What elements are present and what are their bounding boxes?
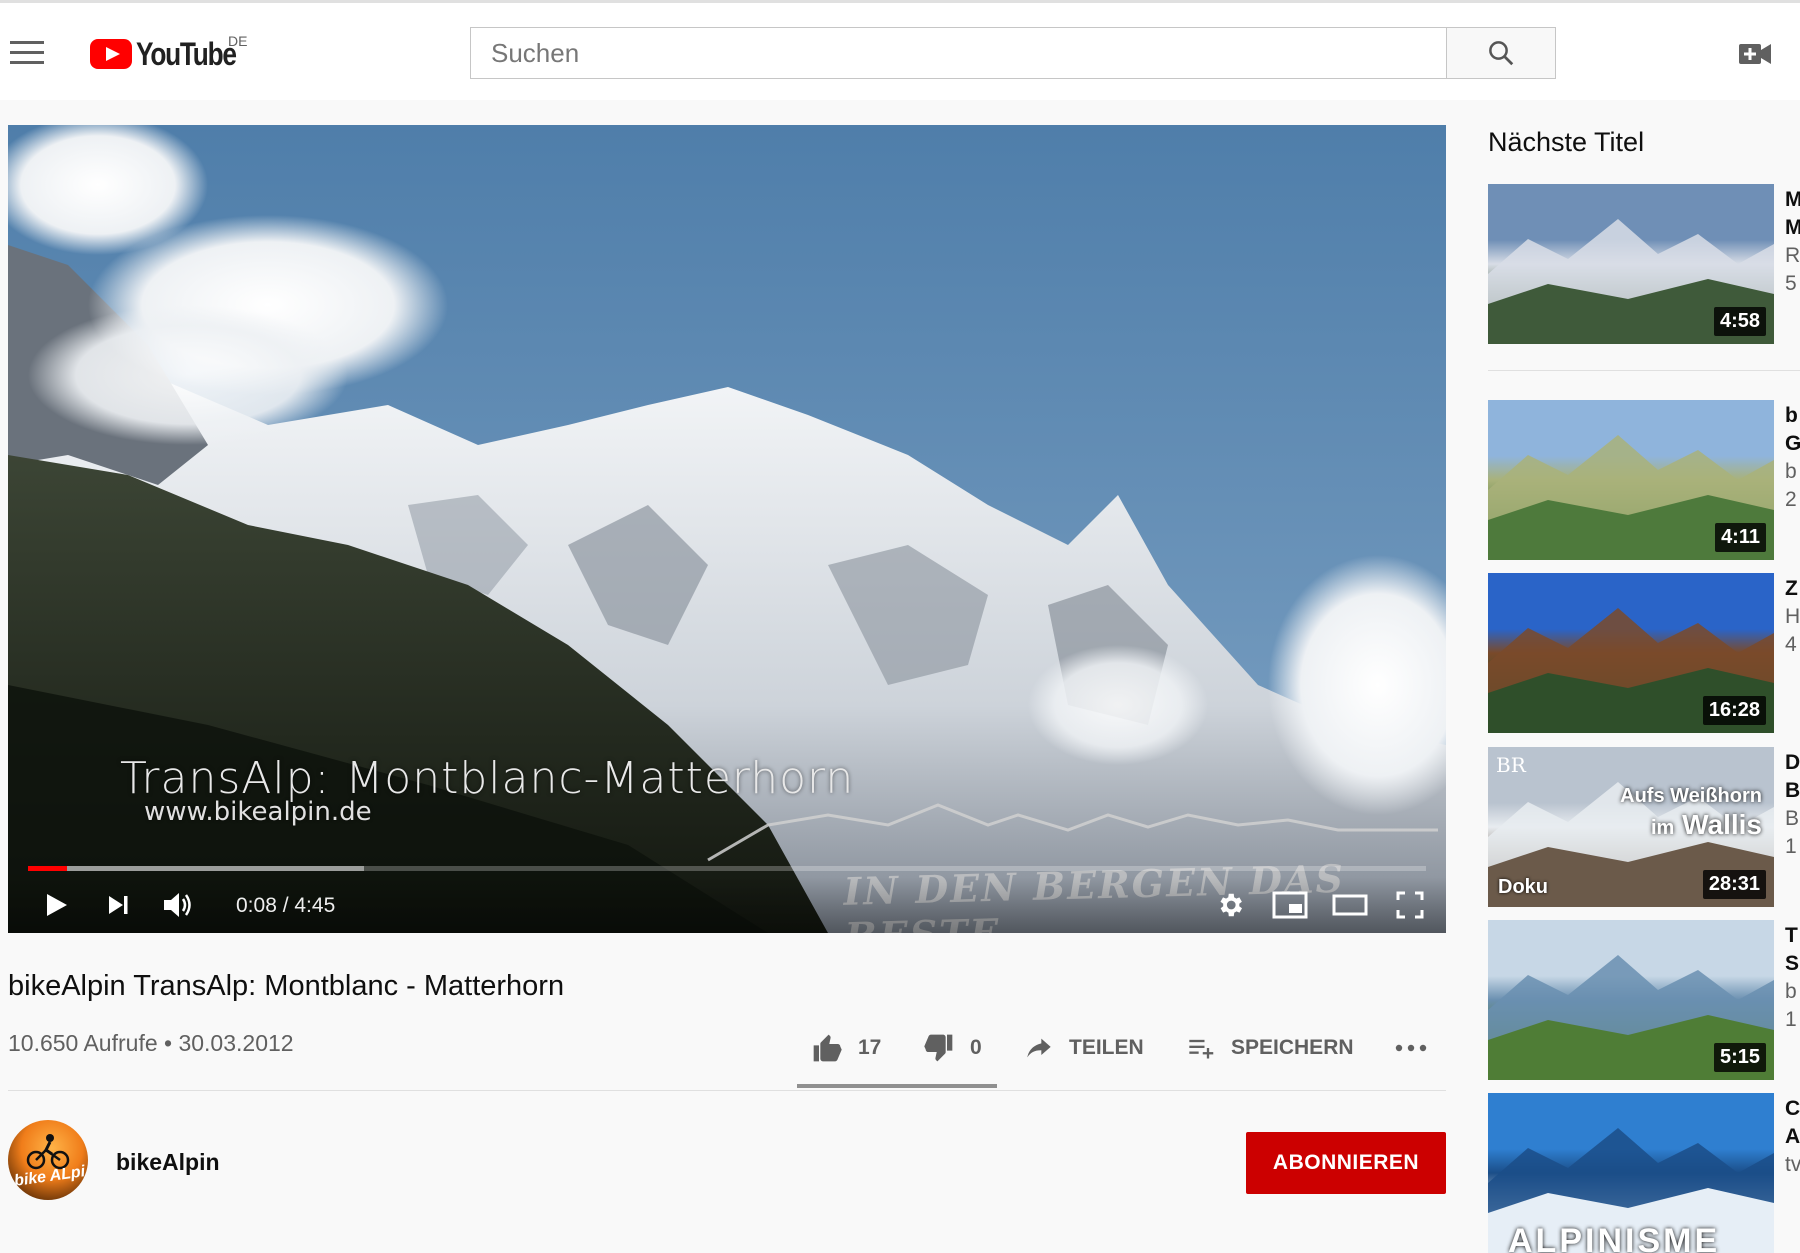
up-next-meta-fragment: H <box>1785 605 1800 628</box>
share-label: TEILEN <box>1069 1036 1144 1059</box>
up-next-meta[interactable]: DBB1 <box>1785 749 1800 861</box>
up-next-title-fragment: S <box>1785 952 1800 975</box>
share-button[interactable]: TEILEN <box>1023 1025 1144 1071</box>
video-player[interactable]: TransAlp: Montblanc-Matterhorn www.bikea… <box>8 125 1446 933</box>
subscribe-button[interactable]: ABONNIEREN <box>1246 1132 1446 1194</box>
thumbs-up-icon <box>813 1034 842 1062</box>
volume-icon[interactable] <box>158 885 198 925</box>
up-next-meta-fragment: 5 <box>1785 272 1797 295</box>
up-next-title-fragment: A <box>1785 1125 1800 1148</box>
duration-badge: 28:31 <box>1702 870 1766 899</box>
up-next-title-fragment: G <box>1785 432 1800 455</box>
up-next-meta[interactable]: bGb 2 <box>1785 402 1800 514</box>
playlist-add-icon <box>1189 1039 1214 1059</box>
dislike-count: 0 <box>970 1036 982 1059</box>
progress-played <box>28 866 67 871</box>
save-label: SPEICHERN <box>1231 1036 1354 1059</box>
fullscreen-icon[interactable] <box>1390 885 1430 925</box>
search-button[interactable] <box>1446 27 1556 79</box>
thumbnail-overlay-text: Aufs Weißhorn <box>1620 785 1762 807</box>
theater-mode-icon[interactable] <box>1330 885 1370 925</box>
up-next-title-fragment: Z <box>1785 577 1798 600</box>
thumbnail-tag: Doku <box>1498 876 1548 898</box>
progress-buffered <box>28 866 364 871</box>
up-next-meta[interactable]: MMR5 <box>1785 186 1800 298</box>
video-overlay-url: www.bikealpin.de <box>144 797 372 827</box>
up-next-meta-fragment: 1 <box>1785 1008 1797 1031</box>
up-next-meta-fragment: tv <box>1785 1153 1800 1176</box>
up-next-meta-fragment: b <box>1785 460 1797 483</box>
duration-badge: 4:58 <box>1713 307 1766 336</box>
thumbs-down-icon <box>924 1034 953 1062</box>
up-next-meta-fragment: R <box>1785 244 1800 267</box>
more-horizontal-icon <box>1395 1044 1427 1052</box>
save-button[interactable]: SPEICHERN <box>1185 1025 1354 1071</box>
up-next-thumbnail[interactable]: ALPINISME <box>1488 1093 1774 1253</box>
search-bar <box>470 27 1556 79</box>
region-code: DE <box>228 33 248 49</box>
time-display: 0:08 / 4:45 <box>236 894 336 917</box>
up-next-title-fragment: B <box>1785 779 1800 802</box>
duration-badge: 5:15 <box>1713 1043 1766 1072</box>
progress-bar[interactable] <box>28 866 1426 871</box>
like-button[interactable]: 17 <box>810 1025 881 1071</box>
sentiment-bar <box>797 1084 997 1088</box>
next-icon[interactable] <box>98 885 138 925</box>
up-next-title-fragment: M <box>1785 188 1800 211</box>
more-actions-button[interactable] <box>1394 1025 1428 1071</box>
masthead: YouTube DE <box>0 0 1800 100</box>
duration-badge: 4:11 <box>1715 523 1766 552</box>
sidebar-divider <box>1488 370 1800 371</box>
up-next-meta-fragment: 1 <box>1785 835 1797 858</box>
up-next-meta-fragment: 2 <box>1785 488 1797 511</box>
up-next-thumbnail[interactable]: 4:11 <box>1488 400 1774 560</box>
up-next-meta[interactable]: C Atv <box>1785 1095 1800 1179</box>
channel-avatar[interactable]: bike ALpi <box>8 1120 88 1200</box>
play-logo-icon <box>90 39 132 69</box>
up-next-thumbnail[interactable]: 5:15 <box>1488 920 1774 1080</box>
up-next-title-fragment: b <box>1785 404 1798 427</box>
thumbnail-overlay-word: im <box>1651 817 1675 839</box>
up-next-meta-fragment: B <box>1785 807 1800 830</box>
thumbnail-overlay-text: ALPINISME <box>1508 1222 1721 1253</box>
up-next-thumbnail[interactable]: BR Aufs Weißhorn im Wallis Doku 28:31 <box>1488 747 1774 907</box>
duration-badge: 16:28 <box>1702 696 1766 725</box>
logo-text: YouTube <box>136 35 237 72</box>
channel-name[interactable]: bikeAlpin <box>116 1149 220 1176</box>
share-arrow-icon <box>1027 1038 1051 1058</box>
thumbnail-overlay-word: Wallis <box>1682 809 1762 840</box>
info-divider <box>8 1090 1446 1091</box>
miniplayer-icon[interactable] <box>1270 885 1310 925</box>
up-next-title-fragment: D <box>1785 751 1800 774</box>
up-next-meta-fragment: 4 <box>1785 633 1797 656</box>
dislike-button[interactable]: 0 <box>922 1025 982 1071</box>
create-video-icon[interactable] <box>1738 41 1772 67</box>
up-next-meta[interactable]: TSb 1 <box>1785 922 1799 1034</box>
like-count: 17 <box>858 1036 882 1059</box>
settings-gear-icon[interactable] <box>1210 885 1250 925</box>
up-next-meta[interactable]: ZH 4 <box>1785 575 1800 659</box>
up-next-title-fragment: C <box>1785 1097 1800 1120</box>
up-next-title-fragment: T <box>1785 924 1798 947</box>
up-next-thumbnail[interactable]: 16:28 <box>1488 573 1774 733</box>
search-icon <box>1489 41 1514 66</box>
play-icon[interactable] <box>36 885 76 925</box>
up-next-title-fragment: M <box>1785 216 1800 239</box>
up-next-heading: Nächste Titel <box>1488 127 1645 157</box>
menu-icon[interactable] <box>10 41 44 65</box>
thumbnail-overlay-text: im Wallis <box>1651 809 1762 841</box>
video-title: bikeAlpin TransAlp: Montblanc - Matterho… <box>8 970 565 1002</box>
broadcaster-logo: BR <box>1496 753 1526 777</box>
player-controls: 0:08 / 4:45 <box>8 877 1446 933</box>
up-next-meta-fragment: b <box>1785 980 1797 1003</box>
video-views-date: 10.650 Aufrufe • 30.03.2012 <box>8 1030 294 1056</box>
search-input[interactable] <box>470 27 1446 79</box>
up-next-thumbnail[interactable]: 4:58 <box>1488 184 1774 344</box>
